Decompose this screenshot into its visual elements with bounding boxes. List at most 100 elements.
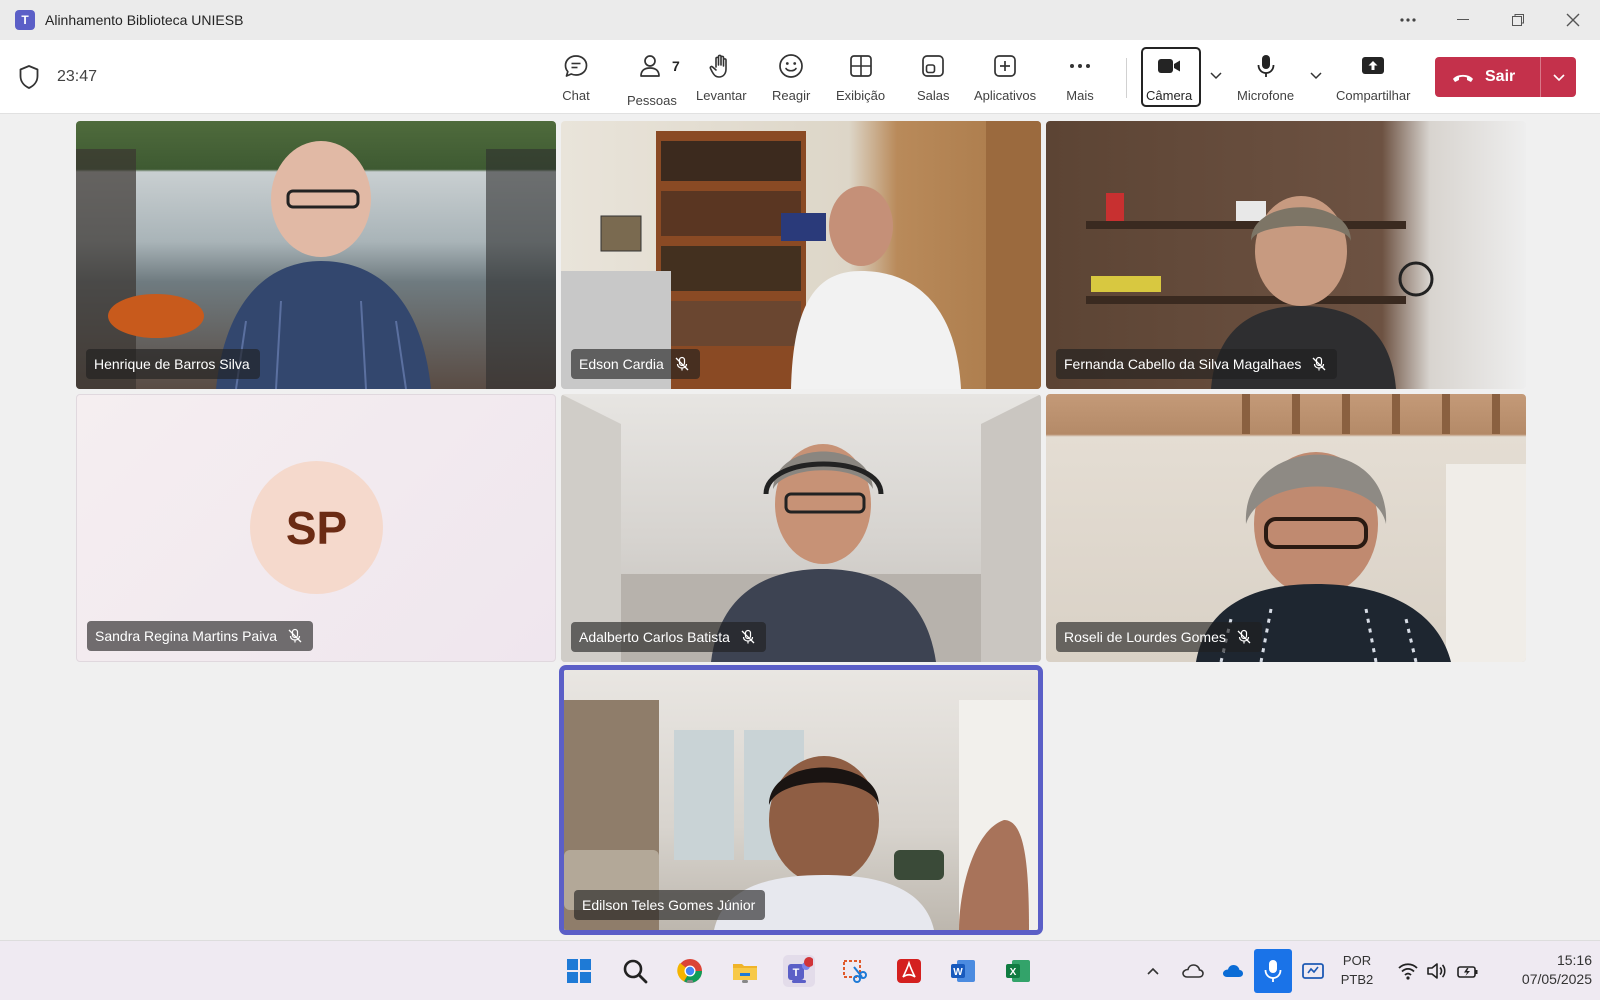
mic-off-icon [675,356,689,371]
more-icon [1070,64,1090,68]
people-label: Pessoas [627,93,677,108]
participant-tile[interactable]: Henrique de Barros Silva [76,121,556,389]
more-options-icon[interactable] [1380,0,1435,40]
participant-name-tag: Edilson Teles Gomes Júnior [574,890,766,920]
share-screen-icon [1362,57,1385,74]
shield-icon[interactable] [18,64,40,90]
apps-button[interactable]: Aplicativos [974,50,1036,106]
participant-tile[interactable]: Fernanda Cabello da Silva Magalhaes [1046,121,1526,389]
participant-tile[interactable]: Adalberto Carlos Batista [561,394,1041,662]
microphone-label: Microfone [1237,88,1295,103]
chrome-icon[interactable] [674,955,706,987]
camera-label: Câmera [1146,88,1193,103]
file-explorer-icon[interactable] [729,955,761,987]
participant-name: Adalberto Carlos Batista [579,629,730,645]
participant-name-tag: Roseli de Lourdes Gomes [1056,622,1262,652]
participant-name-tag: Edson Cardia [571,349,700,379]
mic-off-icon [288,628,302,643]
more-label: Mais [1066,88,1094,103]
share-button[interactable]: Compartilhar [1336,50,1410,106]
leave-button[interactable]: Sair [1435,57,1576,97]
video-stage: Henrique de Barros Silva Edson Cardia Fe… [0,114,1600,940]
share-label: Compartilhar [1336,88,1411,103]
restore-button[interactable] [1490,0,1545,40]
teams-icon: T [15,10,35,30]
leave-options-chevron-icon[interactable] [1541,70,1576,84]
camera-options-chevron-icon[interactable] [1209,68,1223,82]
avatar-initials: SP [285,501,348,554]
chat-icon [564,55,588,77]
leave-label: Sair [1485,68,1516,85]
onedrive-icon[interactable] [1217,955,1249,987]
microphone-icon [1257,55,1274,77]
window-controls [1380,0,1600,40]
react-button[interactable]: Reagir [772,50,810,106]
mic-off-icon [741,629,755,644]
minimize-button[interactable] [1435,0,1490,40]
participant-name-tag: Henrique de Barros Silva [86,349,260,379]
mic-off-icon [1312,356,1326,371]
participant-name: Roseli de Lourdes Gomes [1064,629,1226,645]
participant-name: Fernanda Cabello da Silva Magalhaes [1064,356,1302,372]
raise-hand-icon [709,54,728,78]
mic-off-icon [1237,629,1251,644]
cloud-outline-icon[interactable] [1177,955,1209,987]
grid-view-icon [849,55,872,77]
language-indicator[interactable]: POR PTB2 [1332,951,1382,989]
view-label: Exibição [836,88,886,103]
microphone-in-use-icon[interactable] [1254,949,1292,993]
display-settings-icon[interactable] [1297,955,1329,987]
clock[interactable]: 15:16 07/05/2025 [1492,951,1592,989]
language-line-1: POR [1342,953,1372,968]
camera-button-content[interactable]: Câmera [1146,50,1192,106]
participant-name-tag: Adalberto Carlos Batista [571,622,766,652]
participant-name: Henrique de Barros Silva [94,356,250,372]
word-icon[interactable]: W [947,955,979,987]
more-button[interactable]: Mais [1066,50,1094,106]
participant-tile[interactable]: SP Sandra Regina Martins Paiva [76,394,556,662]
close-button[interactable] [1545,0,1600,40]
microphone-options-chevron-icon[interactable] [1309,68,1323,82]
search-icon[interactable] [619,955,651,987]
meeting-timer: 23:47 [57,68,98,85]
taskbar: T W X POR PTB2 15:16 07/05/2025 [0,940,1600,1000]
svg-text:T: T [793,967,800,979]
chat-label: Chat [562,88,590,103]
windows-start-icon[interactable] [563,955,595,987]
excel-icon[interactable]: X [1002,955,1034,987]
participant-tile[interactable]: Roseli de Lourdes Gomes [1046,394,1526,662]
clock-time: 15:16 [1556,952,1592,968]
teams-icon[interactable]: T [783,955,815,987]
battery-charging-icon[interactable] [1452,955,1484,987]
people-icon [640,55,660,77]
microphone-button[interactable]: Microfone [1237,50,1294,106]
breakout-rooms-icon [922,55,945,77]
participant-tile-active-speaker[interactable]: Edilson Teles Gomes Júnior [559,665,1043,935]
clock-date: 07/05/2025 [1521,971,1592,987]
chat-button[interactable]: Chat [562,50,590,106]
hang-up-icon [1453,74,1473,82]
emoji-icon [779,54,803,78]
snipping-tool-icon[interactable] [838,955,870,987]
language-line-2: PTB2 [1340,972,1374,987]
rooms-label: Salas [917,88,950,103]
raise-hand-button[interactable]: Levantar [696,50,747,106]
avatar: SP [250,461,383,594]
leave-main[interactable]: Sair [1435,57,1541,97]
chevron-up-icon[interactable] [1137,955,1169,987]
acrobat-icon[interactable] [893,955,925,987]
raise-hand-label: Levantar [696,88,747,103]
view-button[interactable]: Exibição [836,50,885,106]
participant-name-tag: Fernanda Cabello da Silva Magalhaes [1056,349,1338,379]
toolbar-divider [1126,58,1127,98]
participant-name: Edson Cardia [579,356,664,372]
volume-icon[interactable] [1420,955,1452,987]
participant-tile[interactable]: Edson Cardia [561,121,1041,389]
react-label: Reagir [772,88,811,103]
video-camera-icon [1158,59,1181,73]
people-count: 7 [671,58,680,74]
participant-name-tag: Sandra Regina Martins Paiva [87,621,314,651]
svg-text:X: X [1010,967,1017,978]
rooms-button[interactable]: Salas [917,50,950,106]
people-button[interactable]: 7 Pessoas [627,50,680,108]
